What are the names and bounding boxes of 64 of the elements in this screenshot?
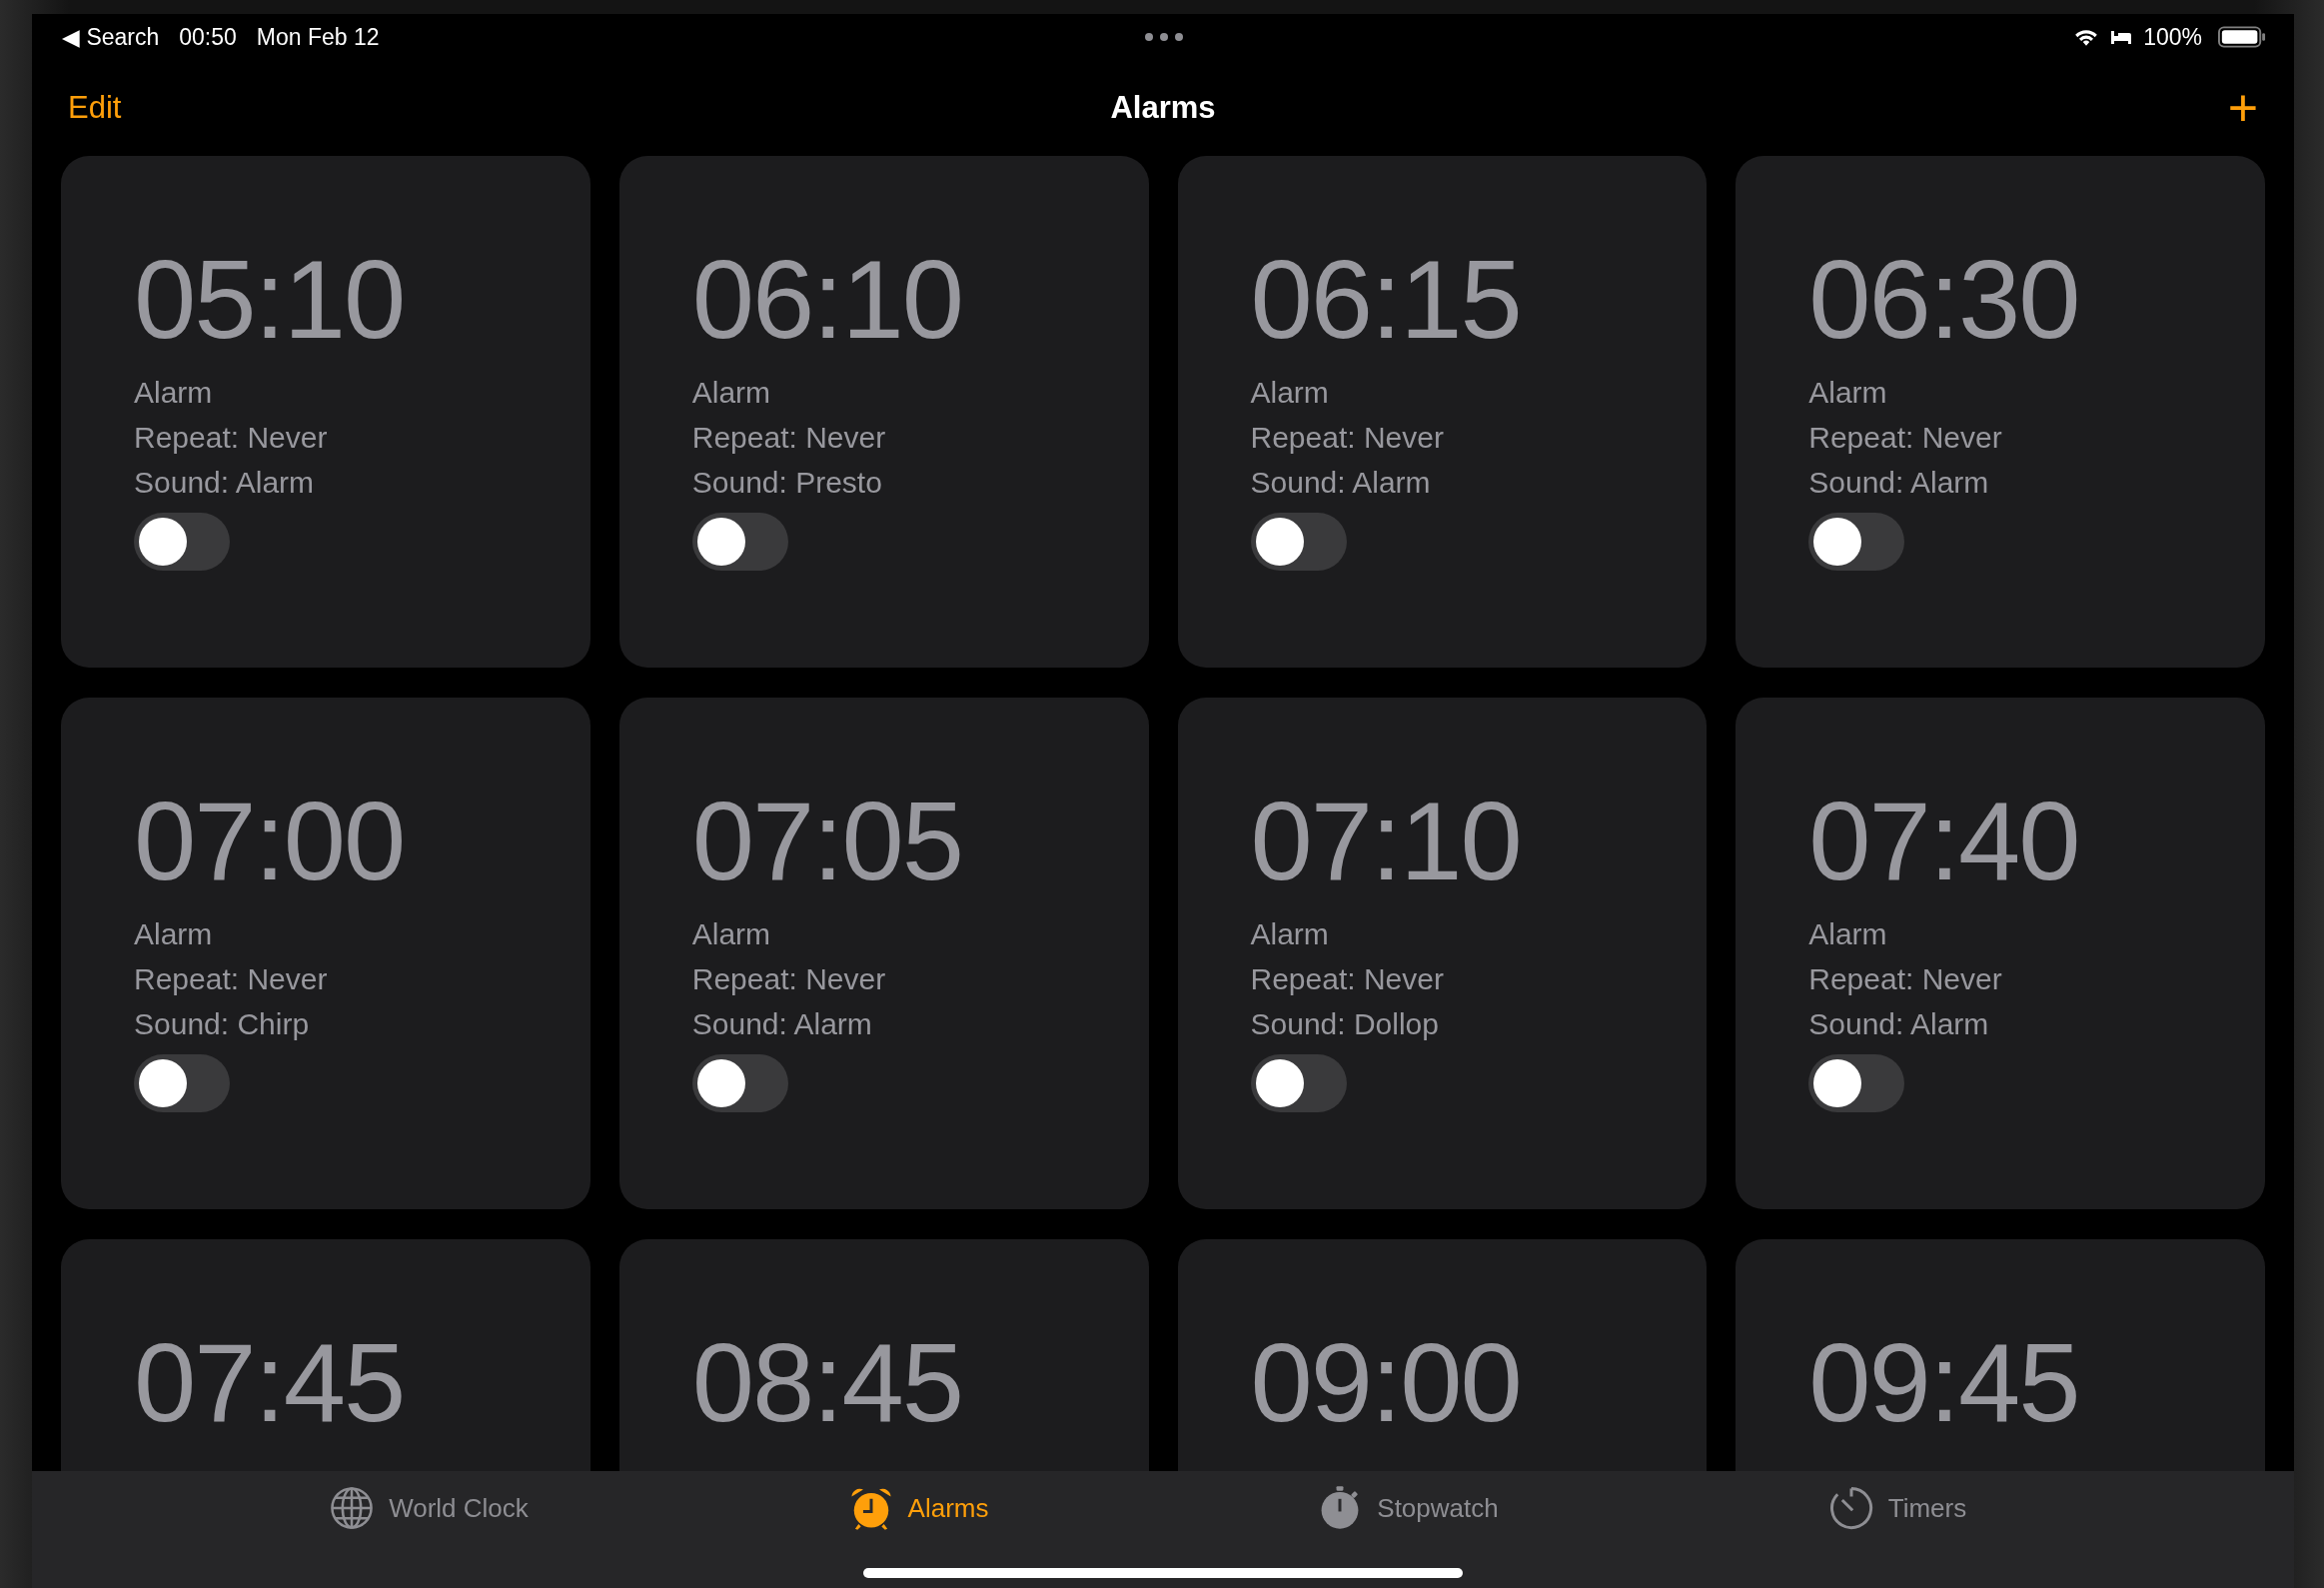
alarm-label: Alarm (691, 916, 771, 952)
alarm-card[interactable]: 06:15 Alarm Repeat: Never Sound: Alarm (1177, 156, 1708, 668)
alarm-repeat: Repeat: Never (691, 961, 886, 997)
alarm-time: 07:05 (691, 790, 963, 893)
tab-item[interactable]: World Clock (184, 1473, 673, 1543)
page-title: Alarms (1110, 90, 1216, 126)
alarm-repeat: Repeat: Never (134, 961, 328, 997)
alarm-time: 07:00 (134, 790, 405, 893)
alarm-label: Alarm (134, 916, 213, 952)
alarm-sound: Sound: Alarm (1808, 465, 1989, 501)
alarm-card[interactable]: 09:00 (1177, 1239, 1708, 1471)
alarm-card[interactable]: 05:10 Alarm Repeat: Never Sound: Alarm (61, 156, 590, 668)
alarm-time: 06:30 (1808, 248, 2079, 352)
back-to-search-link[interactable]: ◀ Search (62, 23, 160, 51)
alarm-time: 08:45 (691, 1331, 963, 1435)
globe-icon (329, 1485, 376, 1531)
alarm-time: 07:10 (1250, 790, 1521, 893)
alarm-label: Alarm (1250, 375, 1329, 411)
bed-icon (2109, 29, 2134, 45)
status-date: Mon Feb 12 (256, 23, 380, 51)
alarm-sound: Sound: Alarm (1808, 1006, 1989, 1042)
alarm-time: 09:45 (1808, 1331, 2079, 1435)
alarm-repeat: Repeat: Never (1250, 961, 1444, 997)
alarm-sound: Sound: Alarm (134, 465, 315, 501)
alarm-repeat: Repeat: Never (691, 420, 886, 456)
alarm-sound: Sound: Dollop (1250, 1006, 1439, 1042)
alarm-card[interactable]: 09:45 (1736, 1239, 2265, 1471)
alarm-card[interactable]: 06:30 Alarm Repeat: Never Sound: Alarm (1736, 156, 2265, 668)
alarm-sound: Sound: Alarm (691, 1006, 872, 1042)
alarm-card[interactable]: 07:40 Alarm Repeat: Never Sound: Alarm (1736, 698, 2265, 1209)
alarm-time: 09:00 (1250, 1331, 1521, 1435)
tab-item[interactable]: Stopwatch (1163, 1473, 1653, 1543)
alarm-sound: Sound: Chirp (134, 1006, 310, 1042)
alarm-card[interactable]: 06:10 Alarm Repeat: Never Sound: Presto (618, 156, 1149, 668)
alarm-time: 05:10 (134, 248, 405, 352)
timer-icon (1827, 1485, 1874, 1531)
alarm-sound: Sound: Alarm (1250, 465, 1431, 501)
alarm-sound: Sound: Presto (691, 465, 882, 501)
alarm-repeat: Repeat: Never (1808, 420, 2002, 456)
alarm-label: Alarm (1808, 375, 1887, 411)
alarm-label: Alarm (1808, 916, 1887, 952)
tab-item[interactable]: Alarms (673, 1473, 1163, 1543)
alarm-card[interactable]: 08:45 (618, 1239, 1149, 1471)
alarm-time: 06:15 (1250, 248, 1521, 352)
alarm-repeat: Repeat: Never (134, 420, 328, 456)
battery-percentage: 100% (2143, 23, 2202, 51)
edit-button[interactable]: Edit (68, 90, 122, 126)
alarm-time: 07:45 (134, 1331, 405, 1435)
alarm-card[interactable]: 07:05 Alarm Repeat: Never Sound: Alarm (618, 698, 1149, 1209)
alarm-card[interactable]: 07:10 Alarm Repeat: Never Sound: Dollop (1177, 698, 1708, 1209)
battery-icon (2218, 26, 2266, 48)
alarm-repeat: Repeat: Never (1250, 420, 1444, 456)
alarm-label: Alarm (1250, 916, 1329, 952)
tab-item[interactable]: Timers (1653, 1473, 2142, 1543)
alarm-label: Alarm (134, 375, 213, 411)
alarm-card[interactable]: 07:00 Alarm Repeat: Never Sound: Chirp (61, 698, 590, 1209)
add-alarm-button[interactable]: + (2227, 82, 2258, 134)
multitasking-dots-icon[interactable] (1144, 32, 1184, 42)
status-time: 00:50 (179, 23, 237, 51)
alarm-time: 07:40 (1808, 790, 2079, 893)
alarm-repeat: Repeat: Never (1808, 961, 2002, 997)
alarm-label: Alarm (691, 375, 771, 411)
alarm-card[interactable]: 07:45 (61, 1239, 590, 1471)
alarm-time: 06:10 (691, 248, 963, 352)
